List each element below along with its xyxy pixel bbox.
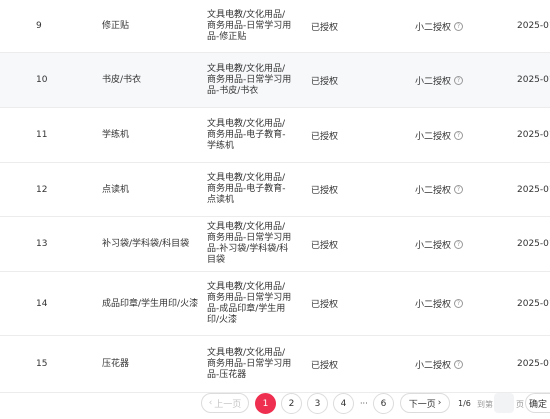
row-status: 已授权 xyxy=(311,131,339,142)
row-category: 文具电教/文化用品/商务用品-日常学习用品-成品印章/学生用印/火漆 xyxy=(207,281,292,325)
row-category: 文具电教/文化用品/商务用品-日常学习用品-补习袋/学科袋/科目袋 xyxy=(207,222,292,265)
prev-page-button[interactable]: ‹ 上一页 xyxy=(201,393,249,413)
chevron-right-icon: › xyxy=(437,398,442,408)
page-button-2[interactable]: 2 xyxy=(281,393,302,414)
row-status: 已授权 xyxy=(311,240,339,251)
auth-type-label: 小二授权 xyxy=(415,360,452,371)
row-auth-type: 小二授权? xyxy=(415,0,464,52)
row-auth-type: 小二授权? xyxy=(415,272,464,335)
row-date: 2025-01 xyxy=(517,184,550,195)
question-circle-icon[interactable]: ? xyxy=(454,130,464,140)
table-row: 13 补习袋/学科袋/科目袋 文具电教/文化用品/商务用品-日常学习用品-补习袋… xyxy=(0,217,550,272)
goto-page-input[interactable] xyxy=(494,393,514,413)
row-auth-type: 小二授权? xyxy=(415,336,464,392)
table-row: 15 压花器 文具电教/文化用品/商务用品-日常学习用品-压花器 已授权 小二授… xyxy=(0,336,550,393)
row-status: 已授权 xyxy=(311,76,339,87)
prev-page-label: 上一页 xyxy=(214,399,242,410)
row-name: 补习袋/学科袋/科目袋 xyxy=(102,239,190,249)
authorization-table: 9 修正贴 文具电教/文化用品/商务用品-日常学习用品-修正贴 已授权 小二授权… xyxy=(0,0,550,393)
auth-type-label: 小二授权 xyxy=(415,240,452,251)
row-index: 15 xyxy=(36,359,48,369)
auth-type-label: 小二授权 xyxy=(415,76,452,87)
row-name: 学练机 xyxy=(102,130,130,140)
pagination: ‹ 上一页 1 2 3 4 ··· 6 下一页 › 1/6 到第 页 确定 xyxy=(0,389,550,419)
next-page-label: 下一页 xyxy=(408,399,436,410)
row-auth-type: 小二授权? xyxy=(415,53,464,107)
row-status: 已授权 xyxy=(311,360,339,371)
confirm-button[interactable]: 确定 xyxy=(525,393,550,413)
row-name: 点读机 xyxy=(102,184,130,195)
row-date: 2025-01 xyxy=(517,298,550,309)
question-circle-icon[interactable]: ? xyxy=(454,75,464,85)
row-auth-type: 小二授权? xyxy=(415,163,464,216)
question-circle-icon[interactable]: ? xyxy=(454,239,464,249)
goto-label: 到第 xyxy=(477,400,493,409)
row-index: 11 xyxy=(36,130,48,140)
row-index: 10 xyxy=(36,75,48,85)
row-auth-type: 小二授权? xyxy=(415,108,464,162)
table-row: 9 修正贴 文具电教/文化用品/商务用品-日常学习用品-修正贴 已授权 小二授权… xyxy=(0,0,550,53)
row-category: 文具电教/文化用品/商务用品-电子教育-学练机 xyxy=(207,118,286,151)
table-row: 12 点读机 文具电教/文化用品/商务用品-电子教育-点读机 已授权 小二授权?… xyxy=(0,163,550,217)
table-row: 11 学练机 文具电教/文化用品/商务用品-电子教育-学练机 已授权 小二授权?… xyxy=(0,108,550,163)
page-suffix: 页 xyxy=(516,400,524,409)
row-date: 2025-01 xyxy=(517,21,550,31)
row-date: 2025-01 xyxy=(517,130,550,140)
question-circle-icon[interactable]: ? xyxy=(454,299,464,308)
row-index: 14 xyxy=(36,298,48,309)
auth-type-label: 小二授权 xyxy=(415,131,452,142)
page-button-4[interactable]: 4 xyxy=(333,393,354,414)
page-ellipsis[interactable]: ··· xyxy=(360,399,368,408)
auth-type-label: 小二授权 xyxy=(415,186,452,196)
page-button-1[interactable]: 1 xyxy=(255,393,276,414)
page-button-6[interactable]: 6 xyxy=(373,393,394,414)
row-index: 13 xyxy=(36,239,48,249)
table-row: 10 书皮/书衣 文具电教/文化用品/商务用品-日常学习用品-书皮/书衣 已授权… xyxy=(0,53,550,108)
row-index: 12 xyxy=(36,184,48,195)
row-category: 文具电教/文化用品/商务用品-日常学习用品-压花器 xyxy=(207,347,292,380)
chevron-left-icon: ‹ xyxy=(208,398,213,408)
row-status: 已授权 xyxy=(311,186,339,196)
auth-type-label: 小二授权 xyxy=(415,22,452,33)
row-category: 文具电教/文化用品/商务用品-日常学习用品-书皮/书衣 xyxy=(207,63,292,96)
row-name: 修正贴 xyxy=(102,21,130,31)
next-page-button[interactable]: 下一页 › xyxy=(400,393,450,413)
row-name: 成品印章/学生用印/火漆 xyxy=(102,298,199,309)
row-status: 已授权 xyxy=(311,22,339,33)
page-button-3[interactable]: 3 xyxy=(307,393,328,414)
row-date: 2025-01 xyxy=(517,75,550,85)
auth-type-label: 小二授权 xyxy=(415,300,452,310)
question-circle-icon[interactable]: ? xyxy=(454,359,464,369)
row-date: 2025-01 xyxy=(517,239,550,249)
table-row: 14 成品印章/学生用印/火漆 文具电教/文化用品/商务用品-日常学习用品-成品… xyxy=(0,272,550,336)
row-auth-type: 小二授权? xyxy=(415,217,464,271)
row-status: 已授权 xyxy=(311,300,339,310)
page-info: 1/6 xyxy=(458,399,471,408)
row-name: 书皮/书衣 xyxy=(102,75,142,85)
row-category: 文具电教/文化用品/商务用品-电子教育-点读机 xyxy=(207,173,286,205)
question-circle-icon[interactable]: ? xyxy=(454,185,464,194)
question-circle-icon[interactable]: ? xyxy=(454,21,464,31)
row-name: 压花器 xyxy=(102,359,130,369)
row-date: 2025-01 xyxy=(517,359,550,369)
row-index: 9 xyxy=(36,21,42,31)
row-category: 文具电教/文化用品/商务用品-日常学习用品-修正贴 xyxy=(207,9,292,42)
